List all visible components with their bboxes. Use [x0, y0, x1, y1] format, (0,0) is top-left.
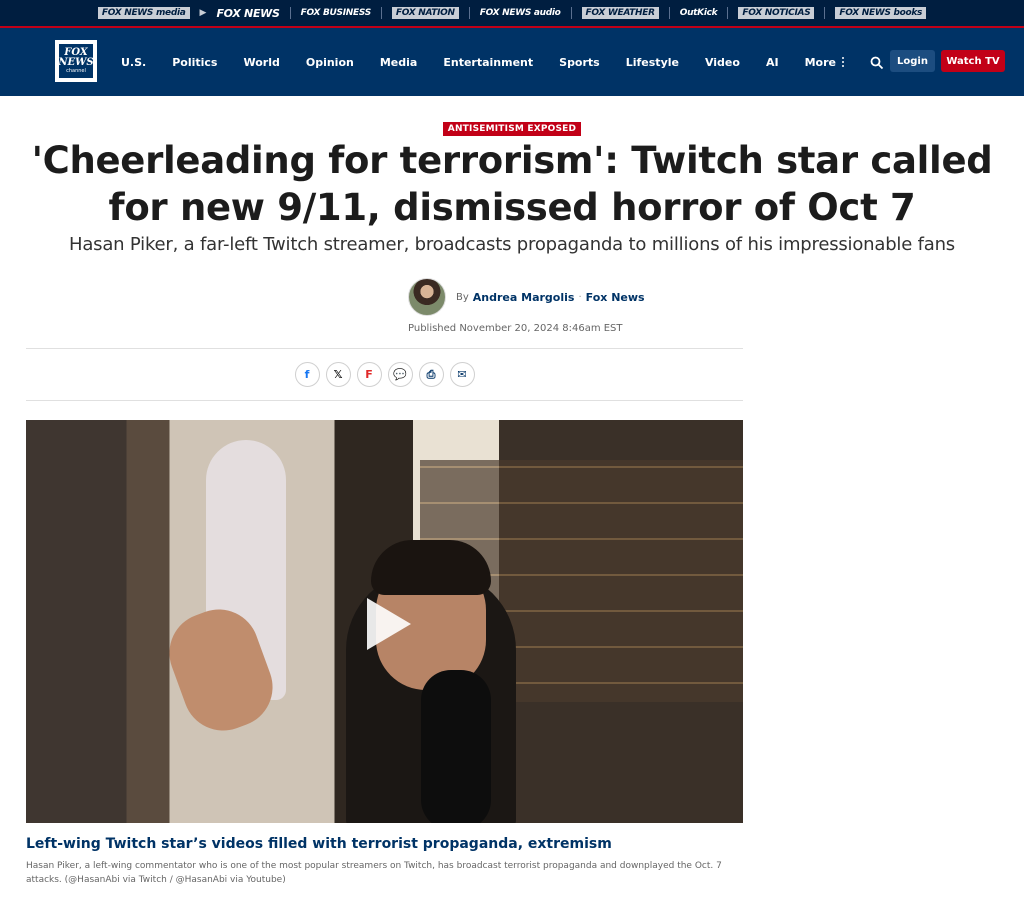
- video-caption-text: Hasan Piker, a left-wing commentator who…: [26, 861, 722, 885]
- byline-text: By Andrea Margolis · Fox News: [456, 291, 645, 304]
- print-icon[interactable]: ⎙: [418, 362, 444, 387]
- nav-more-label: More: [804, 55, 836, 69]
- video-caption-title[interactable]: Left-wing Twitch star’s videos filled wi…: [26, 836, 612, 852]
- byline: By Andrea Margolis · Fox News: [408, 278, 645, 316]
- nav-item-ai[interactable]: AI: [766, 56, 779, 69]
- email-share-icon[interactable]: ✉: [449, 362, 475, 387]
- network-link-outkick[interactable]: OutKick: [680, 8, 718, 18]
- logo-text-news: NEWS: [58, 57, 94, 68]
- login-button[interactable]: Login: [890, 50, 935, 72]
- network-divider: [289, 7, 291, 19]
- eyebrow-wrapper: ANTISEMITISM EXPOSED: [0, 116, 1024, 136]
- network-link-fox-nation[interactable]: FOX NATION: [391, 7, 459, 19]
- byline-separator: ·: [578, 291, 582, 303]
- network-link-fox-news[interactable]: FOX NEWS: [216, 7, 279, 20]
- search-icon[interactable]: [870, 56, 884, 70]
- article-headline: 'Cheerleading for terrorism': Twitch sta…: [31, 139, 993, 229]
- nav-item-video[interactable]: Video: [705, 56, 740, 69]
- video-player[interactable]: [26, 420, 743, 823]
- x-share-icon[interactable]: 𝕏: [325, 362, 351, 387]
- network-link-fox-news-media[interactable]: FOX NEWS media: [97, 7, 190, 19]
- network-link-fox-news-audio[interactable]: FOX NEWS audio: [480, 8, 561, 18]
- fox-news-logo[interactable]: FOX NEWS channel: [55, 40, 97, 82]
- network-arrow-icon: ▶: [199, 8, 207, 18]
- watch-tv-button[interactable]: Watch TV: [941, 50, 1005, 72]
- network-divider: [380, 7, 382, 19]
- network-link-fox-business[interactable]: FOX BUSINESS: [301, 8, 372, 18]
- published-date: Published November 20, 2024 8:46am EST: [408, 323, 623, 334]
- nav-item-opinion[interactable]: Opinion: [306, 56, 354, 69]
- nav-more-button[interactable]: More: [805, 56, 844, 69]
- network-divider: [668, 7, 670, 19]
- more-vertical-icon: [841, 57, 844, 67]
- author-link[interactable]: Andrea Margolis: [473, 291, 575, 304]
- by-label: By: [456, 291, 469, 303]
- main-nav: U.S. Politics World Opinion Media Entert…: [121, 28, 870, 96]
- nav-item-media[interactable]: Media: [380, 56, 417, 69]
- nav-item-world[interactable]: World: [243, 56, 279, 69]
- network-link-fox-news-books[interactable]: FOX NEWS books: [835, 7, 927, 19]
- play-icon[interactable]: [367, 598, 411, 650]
- nav-item-entertainment[interactable]: Entertainment: [443, 56, 533, 69]
- nav-item-politics[interactable]: Politics: [172, 56, 217, 69]
- flipboard-share-icon[interactable]: F: [356, 362, 382, 387]
- network-link-fox-weather[interactable]: FOX WEATHER: [581, 7, 659, 19]
- nav-item-us[interactable]: U.S.: [121, 56, 146, 69]
- network-divider: [468, 7, 470, 19]
- video-person-hair: [371, 540, 491, 595]
- nav-item-sports[interactable]: Sports: [559, 56, 600, 69]
- logo-text-channel: channel: [66, 68, 86, 74]
- author-avatar[interactable]: [408, 278, 446, 316]
- network-bar: FOX NEWS media ▶ FOX NEWS FOX BUSINESS F…: [0, 0, 1024, 28]
- outlet-link[interactable]: Fox News: [586, 291, 645, 304]
- share-bar: f 𝕏 F 💬 ⎙ ✉: [26, 348, 743, 401]
- nav-item-lifestyle[interactable]: Lifestyle: [626, 56, 679, 69]
- article-subhead: Hasan Piker, a far-left Twitch streamer,…: [69, 234, 955, 255]
- main-header: FOX NEWS channel U.S. Politics World Opi…: [0, 28, 1024, 96]
- network-link-fox-noticias[interactable]: FOX NOTICIAS: [738, 7, 815, 19]
- network-divider: [727, 7, 729, 19]
- video-microphone: [421, 670, 491, 823]
- category-eyebrow[interactable]: ANTISEMITISM EXPOSED: [442, 122, 582, 136]
- facebook-share-icon[interactable]: f: [294, 362, 320, 387]
- network-divider: [824, 7, 826, 19]
- comments-icon[interactable]: 💬: [387, 362, 413, 387]
- network-divider: [570, 7, 572, 19]
